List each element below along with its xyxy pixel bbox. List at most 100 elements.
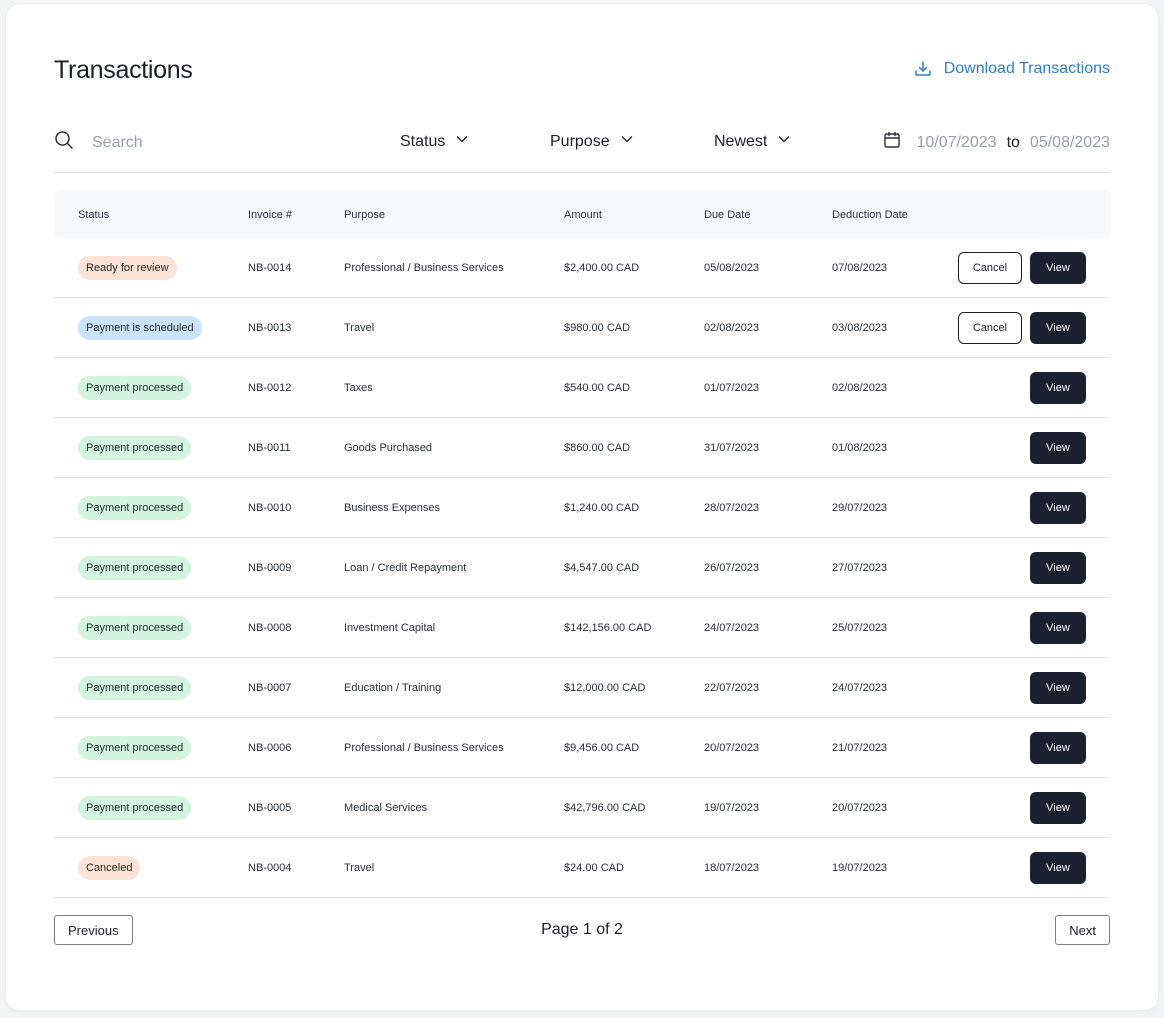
due-date: 20/07/2023 [704,742,760,754]
status-badge: Payment processed [78,736,192,760]
invoice-number: NB-0004 [248,862,292,874]
view-button[interactable]: View [1030,732,1086,764]
table-row: Ready for review NB-0014 Professional / … [54,238,1110,298]
page-indicator: Page 1 of 2 [541,921,623,938]
status-badge: Payment processed [78,616,192,640]
purpose: Goods Purchased [344,442,433,454]
column-header-deduction-date: Deduction Date [832,209,908,221]
view-button[interactable]: View [1030,852,1086,884]
invoice-number: NB-0014 [248,262,292,274]
view-button[interactable]: View [1030,372,1086,404]
deduction-date: 21/07/2023 [832,742,888,754]
filter-bar: Status Purpose Newest 10/07/2023 [54,120,1110,173]
sort-label: Newest [714,132,768,150]
cancel-button[interactable]: Cancel [958,312,1022,344]
purpose-filter-label: Purpose [550,132,610,150]
page-title: Transactions [54,56,193,84]
column-header-due-date: Due Date [704,209,751,221]
table-row: Payment processed NB-0012 Taxes $540.00 … [54,358,1110,418]
invoice-number: NB-0006 [248,742,292,754]
deduction-date: 19/07/2023 [832,862,888,874]
table-row: Payment processed NB-0010 Business Expen… [54,478,1110,538]
due-date: 18/07/2023 [704,862,760,874]
deduction-date: 01/08/2023 [832,442,888,454]
due-date: 19/07/2023 [704,802,760,814]
amount: $9,456.00 CAD [564,742,640,754]
amount: $2,400.00 CAD [564,262,640,274]
search-input[interactable] [90,132,294,153]
amount: $860.00 CAD [564,442,631,454]
table-row: Payment is scheduled NB-0013 Travel $980… [54,298,1110,358]
deduction-date: 20/07/2023 [832,802,888,814]
date-to-separator: to [1006,133,1020,151]
invoice-number: NB-0005 [248,802,292,814]
due-date: 31/07/2023 [704,442,760,454]
purpose-filter-dropdown[interactable]: Purpose [550,132,634,151]
calendar-icon [883,131,901,154]
column-header-invoice: Invoice # [248,209,293,221]
amount: $42,796.00 CAD [564,802,646,814]
view-button[interactable]: View [1030,672,1086,704]
status-filter-dropdown[interactable]: Status [400,132,469,151]
deduction-date: 07/08/2023 [832,262,888,274]
status-badge: Ready for review [78,256,177,280]
invoice-number: NB-0008 [248,622,292,634]
due-date: 05/08/2023 [704,262,760,274]
deduction-date: 02/08/2023 [832,382,888,394]
view-button[interactable]: View [1030,252,1086,284]
status-badge: Payment is scheduled [78,316,202,340]
invoice-number: NB-0011 [248,442,291,454]
status-badge: Payment processed [78,496,192,520]
column-header-purpose: Purpose [344,209,385,221]
view-button[interactable]: View [1030,312,1086,344]
table-row: Payment processed NB-0011 Goods Purchase… [54,418,1110,478]
table-row: Payment processed NB-0007 Education / Tr… [54,658,1110,718]
purpose: Travel [344,862,375,874]
due-date: 02/08/2023 [704,322,760,334]
invoice-number: NB-0012 [248,382,292,394]
due-date: 26/07/2023 [704,562,760,574]
view-button[interactable]: View [1030,792,1086,824]
chevron-down-icon [620,132,634,151]
amount: $12,000.00 CAD [564,682,646,694]
invoice-number: NB-0010 [248,502,292,514]
next-page-button[interactable]: Next [1055,915,1110,945]
status-badge: Payment processed [78,676,192,700]
view-button[interactable]: View [1030,612,1086,644]
table-row: Payment processed NB-0009 Loan / Credit … [54,538,1110,598]
column-header-amount: Amount [564,209,602,221]
column-header-status: Status [78,209,110,221]
deduction-date: 24/07/2023 [832,682,888,694]
download-transactions-label: Download Transactions [943,60,1110,77]
due-date: 22/07/2023 [704,682,760,694]
purpose: Travel [344,322,375,334]
search-box[interactable] [54,130,294,155]
date-from[interactable]: 10/07/2023 [917,134,997,152]
chevron-down-icon [777,132,791,151]
date-to[interactable]: 05/08/2023 [1030,134,1110,152]
cancel-button[interactable]: Cancel [958,252,1022,284]
deduction-date: 29/07/2023 [832,502,888,514]
date-range-picker[interactable]: 10/07/2023 to 05/08/2023 [883,131,1110,154]
view-button[interactable]: View [1030,552,1086,584]
table-row: Canceled NB-0004 Travel $24.00 CAD 18/07… [54,838,1110,898]
view-button[interactable]: View [1030,432,1086,464]
sort-dropdown[interactable]: Newest [714,132,791,151]
transactions-table: Status Invoice # Purpose Amount Due Date… [54,190,1110,898]
status-badge: Payment processed [78,556,192,580]
table-row: Payment processed NB-0005 Medical Servic… [54,778,1110,838]
download-transactions-link[interactable]: Download Transactions [914,60,1110,78]
amount: $4,547.00 CAD [564,562,640,574]
purpose: Investment Capital [344,622,436,634]
view-button[interactable]: View [1030,492,1086,524]
deduction-date: 27/07/2023 [832,562,888,574]
deduction-date: 25/07/2023 [832,622,888,634]
amount: $24.00 CAD [564,862,624,874]
status-badge: Payment processed [78,436,192,460]
amount: $1,240.00 CAD [564,502,640,514]
table-header: Status Invoice # Purpose Amount Due Date… [54,190,1110,238]
status-badge: Payment processed [78,796,192,820]
purpose: Business Expenses [344,502,440,514]
invoice-number: NB-0013 [248,322,292,334]
invoice-number: NB-0007 [248,682,292,694]
